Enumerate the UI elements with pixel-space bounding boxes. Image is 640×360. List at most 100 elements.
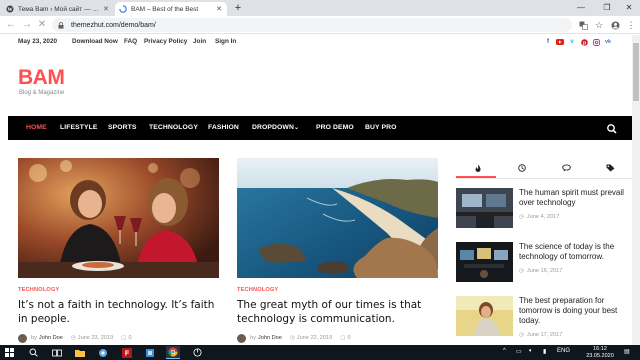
translate-icon[interactable] [576, 18, 590, 32]
youtube-icon[interactable] [556, 38, 564, 46]
task-view-icon[interactable] [50, 346, 64, 359]
app-icon[interactable] [143, 346, 157, 359]
network-status-icon[interactable]: ▭ [516, 348, 522, 355]
clock-icon[interactable] [500, 160, 544, 176]
nav-pro-demo[interactable]: PRO DEMO [316, 124, 354, 131]
sidebar-post-date: June 16, 2017 [526, 268, 563, 274]
vimeo-icon[interactable]: v [568, 38, 576, 46]
chevron-down-icon[interactable]: ⌄ [294, 124, 299, 131]
new-tab-button[interactable]: + [232, 1, 244, 15]
top-link-privacy[interactable]: Privacy Policy [144, 38, 187, 45]
filezilla-icon[interactable]: F [120, 346, 134, 359]
address-bar[interactable]: themezhut.com/demo/bam/ [52, 18, 572, 32]
clock-icon: ◷ [519, 268, 524, 274]
bookmark-star-icon[interactable]: ☆ [592, 18, 606, 32]
sidebar-post[interactable]: The human spirit must prevail over techn… [456, 188, 632, 232]
forward-button[interactable]: → [20, 18, 34, 32]
stop-loading-button[interactable]: ✕ [35, 18, 49, 32]
nav-sports[interactable]: SPORTS [108, 124, 137, 131]
author-name[interactable]: John Doe [39, 335, 63, 341]
sidebar-post[interactable]: The best preparation for tomorrow is doi… [456, 296, 632, 340]
close-tab-icon[interactable]: ✕ [215, 5, 223, 13]
sidebar-post-date-row: ◷ June 4, 2017 [519, 214, 559, 220]
post-category[interactable]: TECHNOLOGY [237, 287, 278, 293]
profile-icon[interactable] [608, 18, 622, 32]
main-navigation: HOME LIFESTYLE SPORTS TECHNOLOGY FASHION… [8, 116, 632, 140]
page-scrollbar[interactable] [632, 35, 640, 345]
power-icon[interactable] [190, 346, 204, 359]
comment-count[interactable]: 0 [129, 335, 132, 341]
post-title[interactable]: The great myth of our times is that tech… [237, 298, 437, 326]
lock-icon [58, 21, 65, 29]
browser-tab-wordpress[interactable]: W Тема Bam ‹ Мой сайт — WordPress ✕ [2, 2, 114, 16]
menu-dots-icon[interactable]: ⋮ [624, 18, 638, 32]
chrome-icon[interactable] [166, 346, 180, 359]
vk-icon[interactable]: vk [604, 38, 612, 46]
system-clock[interactable]: 16:12 23.05.2020 [583, 346, 617, 359]
nav-fashion[interactable]: FASHION [208, 124, 239, 131]
windows-taskbar: F ^ ▭ 🔈︎ ▮ ENG 16:12 23.05.2020 ▤ [0, 345, 640, 360]
top-link-signin[interactable]: Sign In [215, 38, 236, 45]
search-icon[interactable] [26, 346, 40, 359]
input-language[interactable]: ENG [557, 348, 570, 354]
top-link-download[interactable]: Download Now [72, 38, 118, 45]
calendar-icon: ◷ [289, 335, 295, 341]
post-meta: by John Doe ◷ June 22, 2019 ▢ 0 [237, 333, 351, 343]
site-logo[interactable]: BAM [18, 66, 65, 90]
maximize-button[interactable]: ❐ [596, 0, 618, 16]
browser-tab-bam[interactable]: BAM – Best of the Best ✕ [115, 2, 227, 16]
comment-count[interactable]: 0 [348, 335, 351, 341]
sidebar-post-date: June 4, 2017 [526, 214, 560, 220]
svg-text:W: W [8, 8, 13, 13]
back-button[interactable]: ← [4, 18, 18, 32]
instagram-icon[interactable] [592, 38, 600, 46]
sidebar-post-title[interactable]: The best preparation for tomorrow is doi… [519, 296, 632, 326]
sidebar-post-title[interactable]: The science of today is the technology o… [519, 242, 632, 262]
notifications-icon[interactable]: ▤ [624, 348, 630, 355]
tag-icon[interactable] [588, 160, 632, 176]
close-tab-icon[interactable]: ✕ [102, 5, 110, 13]
nav-technology[interactable]: TECHNOLOGY [149, 124, 198, 131]
author-name[interactable]: John Doe [258, 335, 282, 341]
pinterest-icon[interactable]: p [580, 38, 588, 46]
calendar-icon: ◷ [70, 335, 76, 341]
fire-icon[interactable] [456, 160, 500, 176]
nav-dropdown[interactable]: DROPDOWN [252, 124, 294, 131]
post-title[interactable]: It’s not a faith in technology. It’s fai… [18, 298, 218, 326]
post-category[interactable]: TECHNOLOGY [18, 287, 59, 293]
close-window-button[interactable]: ✕ [618, 0, 640, 16]
author-avatar [18, 333, 27, 343]
post-date: June 23, 2019 [77, 335, 114, 341]
nav-home[interactable]: HOME [26, 124, 47, 131]
nav-lifestyle[interactable]: LIFESTYLE [60, 124, 98, 131]
post-image-friends-toast[interactable] [18, 158, 219, 278]
battery-icon[interactable]: ▮ [543, 348, 546, 355]
sidebar-post[interactable]: The science of today is the technology o… [456, 242, 632, 286]
sidebar-post-thumbnail[interactable] [456, 188, 513, 228]
minimize-button[interactable]: — [570, 0, 592, 16]
tray-arrow-icon[interactable]: ^ [503, 348, 506, 354]
author-avatar [237, 333, 246, 343]
scrollbar-thumb[interactable] [633, 43, 639, 101]
file-explorer-icon[interactable] [73, 346, 87, 359]
facebook-icon[interactable]: f [544, 38, 552, 46]
top-date: May 23, 2020 [18, 38, 58, 45]
search-icon[interactable] [606, 122, 618, 134]
top-link-faq[interactable]: FAQ [124, 38, 137, 45]
comments-icon[interactable] [544, 160, 588, 176]
loading-icon [119, 5, 127, 13]
sidebar-post-title[interactable]: The human spirit must prevail over techn… [519, 188, 632, 208]
browser-tab-strip: W Тема Bam ‹ Мой сайт — WordPress ✕ BAM … [0, 0, 640, 16]
nav-buy-pro[interactable]: BUY PRO [365, 124, 397, 131]
windows-start-icon[interactable] [2, 346, 16, 359]
clock-icon: ◷ [519, 332, 524, 338]
sidebar-post-date: June 17, 2017 [526, 332, 563, 338]
sidebar-post-thumbnail[interactable] [456, 296, 513, 336]
post-image-coastline[interactable] [237, 158, 438, 278]
sidebar-post-thumbnail[interactable] [456, 242, 513, 282]
sidebar-divider [456, 178, 632, 179]
comment-icon: ▢ [121, 335, 127, 341]
top-link-join[interactable]: Join [193, 38, 206, 45]
network-icon[interactable] [96, 346, 110, 359]
volume-icon[interactable]: 🔈︎ [529, 348, 533, 355]
